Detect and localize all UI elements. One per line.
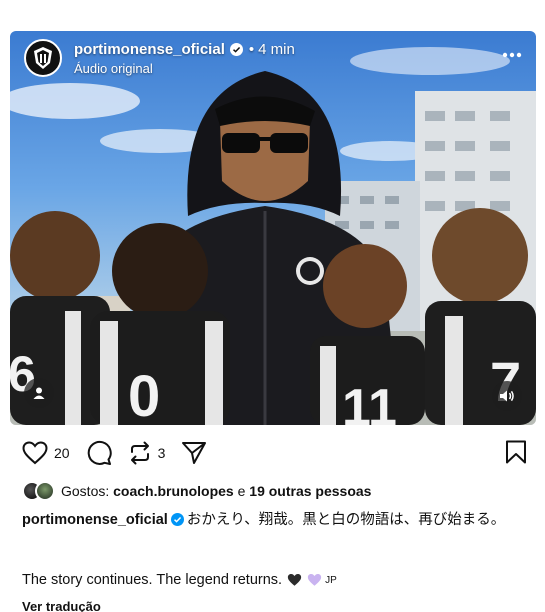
svg-text:0: 0 [128,364,160,425]
likes-joiner: e [237,483,246,499]
comment-button[interactable] [86,440,112,466]
tagged-users-button[interactable] [24,378,54,408]
repost-button[interactable]: 3 [128,441,166,465]
user-icon [33,387,45,399]
first-liker-link[interactable]: coach.brunolopes [113,483,234,499]
comment-icon [87,440,112,465]
time-separator: • [248,40,255,58]
svg-text:11: 11 [342,379,397,425]
purple-heart-icon [307,573,322,586]
jp-flag-tag: JP [325,574,337,586]
caption-text-en-line: The story continues. The legend returns.… [22,572,337,588]
likes-summary: Gostos: coach.brunolopes e 19 outras pes… [22,481,371,501]
post-time: 4 min [258,40,295,58]
post-actions-bar: 20 3 [22,440,527,466]
repost-icon [130,441,149,465]
verified-badge-icon [229,42,243,56]
post-caption: portimonense_oficial おかえり、翔哉。黒と白の物語は、再び始… [22,510,527,530]
bookmark-icon [506,440,526,464]
likes-prefix: Gostos: [61,483,110,499]
like-count: 20 [54,445,70,461]
profile-avatar[interactable] [24,39,62,77]
caption-text-jp: おかえり、翔哉。黒と白の物語は、再び始まる。 [186,512,506,528]
video-frame-illustration: 6 0 11 7 [10,47,536,425]
share-button[interactable] [181,441,207,465]
repost-count: 3 [157,445,166,461]
liker-avatar[interactable] [35,481,55,501]
liker-avatars [22,481,55,501]
speaker-icon [500,390,514,402]
save-button[interactable] [505,440,527,469]
verified-badge-icon [170,513,184,526]
sound-toggle-button[interactable] [492,381,522,411]
other-likers-link[interactable]: 19 outras pessoas [249,483,371,499]
post-video[interactable]: 6 0 11 7 [10,31,536,425]
more-options-button[interactable] [502,47,522,58]
more-horizontal-icon [502,52,522,58]
audio-label[interactable]: Áudio original [74,61,295,76]
like-button[interactable]: 20 [22,441,70,465]
club-crest-icon [34,47,52,69]
caption-username[interactable]: portimonense_oficial [22,512,168,528]
see-translation-link[interactable]: Ver tradução [22,599,101,612]
send-icon [182,442,207,464]
black-heart-icon [287,573,302,586]
heart-icon [22,441,48,465]
caption-text-en: The story continues. The legend returns. [22,572,283,588]
post-username[interactable]: portimonense_oficial [74,41,225,58]
post-header: portimonense_oficial • 4 min Áudio origi… [24,39,295,77]
